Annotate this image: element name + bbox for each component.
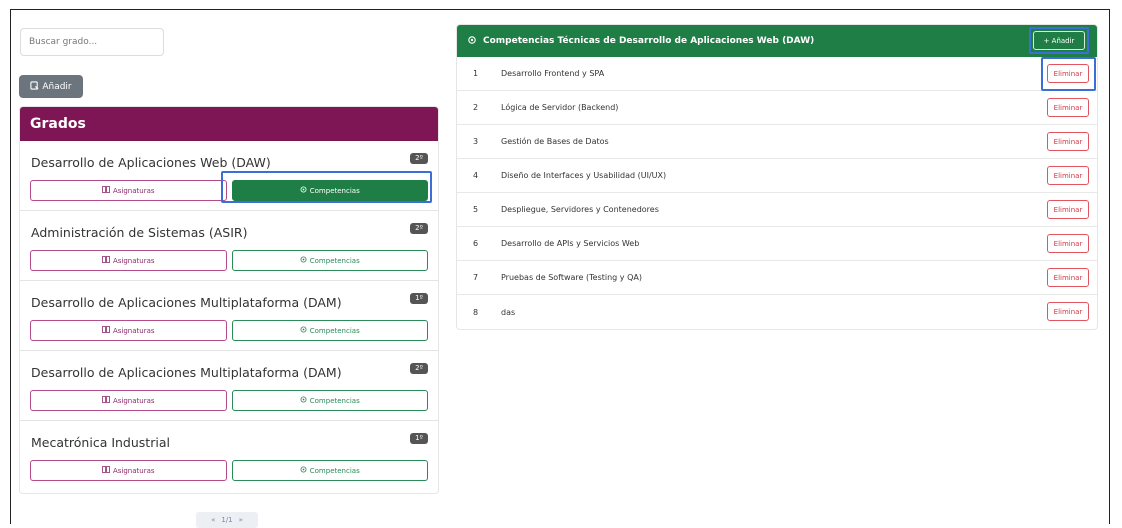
grado-item: Administración de Sistemas (ASIR) 2º Asi…: [20, 211, 438, 281]
competencias-button[interactable]: Competencias: [231, 460, 428, 481]
course-badge: 1º: [410, 293, 428, 304]
add-grado-label: Añadir: [42, 81, 72, 92]
competencia-label: Desarrollo Frontend y SPA: [501, 69, 605, 78]
eliminar-button[interactable]: Eliminar: [1047, 64, 1089, 83]
gear-icon: [300, 326, 307, 335]
grado-actions: Asignaturas Competencias: [30, 320, 428, 341]
competencias-panel: Competencias Técnicas de Desarrollo de A…: [456, 24, 1098, 330]
asignaturas-label: Asignaturas: [112, 396, 155, 405]
gear-icon: [300, 256, 307, 265]
grado-title: Mecatrónica Industrial: [31, 435, 170, 450]
pager-prev[interactable]: «: [211, 516, 215, 524]
add-icon: [30, 80, 39, 93]
competencia-label: Lógica de Servidor (Backend): [501, 103, 619, 112]
competencia-number: 8: [473, 307, 479, 317]
competencia-number: 4: [473, 171, 479, 180]
asignaturas-label: Asignaturas: [112, 466, 155, 475]
competencias-button[interactable]: Competencias: [231, 390, 428, 411]
grado-item: Mecatrónica Industrial 1º Asignaturas Co…: [20, 421, 438, 491]
grado-title: Desarrollo de Aplicaciones Multiplatafor…: [31, 365, 342, 380]
asignaturas-label: Asignaturas: [112, 326, 155, 335]
asignaturas-label: Asignaturas: [112, 186, 155, 195]
asignaturas-button[interactable]: Asignaturas: [30, 320, 227, 341]
competencia-row: 7 Pruebas de Software (Testing y QA) Eli…: [457, 261, 1097, 295]
competencias-title: Competencias Técnicas de Desarrollo de A…: [483, 36, 815, 46]
grados-list: Desarrollo de Aplicaciones Web (DAW) 2º …: [20, 141, 438, 491]
eliminar-button[interactable]: Eliminar: [1047, 234, 1089, 253]
competencias-button[interactable]: Competencias: [231, 320, 428, 341]
add-grado-button[interactable]: Añadir: [19, 75, 83, 98]
competencias-label: Competencias: [309, 186, 360, 195]
course-badge: 2º: [410, 363, 428, 374]
competencia-row: 4 Diseño de Interfaces y Usabilidad (UI/…: [457, 159, 1097, 193]
asignaturas-button[interactable]: Asignaturas: [30, 390, 227, 411]
competencia-label: Despliegue, Servidores y Contenedores: [501, 205, 659, 214]
competencia-number: 2: [473, 103, 479, 112]
competencia-row: 8 das Eliminar: [457, 295, 1097, 329]
competencia-label: Desarrollo de APIs y Servicios Web: [501, 239, 640, 248]
competencia-number: 1: [473, 69, 479, 78]
competencias-label: Competencias: [309, 396, 360, 405]
course-badge: 2º: [410, 153, 428, 164]
eliminar-button[interactable]: Eliminar: [1047, 200, 1089, 219]
grados-title: Grados: [20, 107, 438, 141]
grados-card: Grados Desarrollo de Aplicaciones Web (D…: [19, 106, 439, 494]
competencias-button[interactable]: Competencias: [231, 180, 428, 201]
asignaturas-button[interactable]: Asignaturas: [30, 250, 227, 271]
course-badge: 1º: [410, 433, 428, 444]
competencia-number: 7: [473, 273, 479, 282]
competencia-number: 3: [473, 137, 479, 146]
gear-icon: [300, 396, 307, 405]
grado-actions: Asignaturas Competencias: [30, 180, 428, 201]
book-icon: [102, 396, 110, 405]
eliminar-button[interactable]: Eliminar: [1047, 302, 1089, 321]
grado-title: Administración de Sistemas (ASIR): [31, 225, 248, 240]
pagination: « 1/1 »: [196, 512, 258, 528]
grado-item: Desarrollo de Aplicaciones Multiplatafor…: [20, 281, 438, 351]
pager-page: 1/1: [221, 516, 233, 524]
pager-next[interactable]: »: [239, 516, 243, 524]
competencia-row: 6 Desarrollo de APIs y Servicios Web Eli…: [457, 227, 1097, 261]
competencias-label: Competencias: [309, 326, 360, 335]
grado-item: Desarrollo de Aplicaciones Multiplatafor…: [20, 351, 438, 421]
gear-icon: [300, 466, 307, 475]
grado-title: Desarrollo de Aplicaciones Multiplatafor…: [31, 295, 342, 310]
grado-actions: Asignaturas Competencias: [30, 390, 428, 411]
add-competencia-button[interactable]: + Añadir: [1033, 31, 1085, 50]
competencias-label: Competencias: [309, 256, 360, 265]
competencia-label: Gestión de Bases de Datos: [501, 137, 609, 146]
competencias-list: 1 Desarrollo Frontend y SPA Eliminar 2 L…: [457, 57, 1097, 329]
eliminar-button[interactable]: Eliminar: [1047, 132, 1089, 151]
eliminar-button[interactable]: Eliminar: [1047, 98, 1089, 117]
grado-item: Desarrollo de Aplicaciones Web (DAW) 2º …: [20, 141, 438, 211]
book-icon: [102, 326, 110, 335]
competencia-row: 5 Despliegue, Servidores y Contenedores …: [457, 193, 1097, 227]
competencias-label: Competencias: [309, 466, 360, 475]
asignaturas-label: Asignaturas: [112, 256, 155, 265]
competencia-row: 1 Desarrollo Frontend y SPA Eliminar: [457, 57, 1097, 91]
eliminar-button[interactable]: Eliminar: [1047, 166, 1089, 185]
competencias-header: Competencias Técnicas de Desarrollo de A…: [457, 25, 1097, 57]
grado-actions: Asignaturas Competencias: [30, 250, 428, 271]
competencia-label: das: [501, 307, 516, 317]
competencia-label: Diseño de Interfaces y Usabilidad (UI/UX…: [501, 171, 667, 180]
competencia-row: 3 Gestión de Bases de Datos Eliminar: [457, 125, 1097, 159]
book-icon: [102, 466, 110, 475]
grado-title: Desarrollo de Aplicaciones Web (DAW): [31, 155, 271, 170]
book-icon: [102, 186, 110, 195]
competencias-button[interactable]: Competencias: [231, 250, 428, 271]
competencia-number: 5: [473, 205, 479, 214]
competencia-row: 2 Lógica de Servidor (Backend) Eliminar: [457, 91, 1097, 125]
course-badge: 2º: [410, 223, 428, 234]
asignaturas-button[interactable]: Asignaturas: [30, 180, 227, 201]
gear-icon: [467, 35, 477, 48]
competencia-label: Pruebas de Software (Testing y QA): [501, 273, 642, 282]
eliminar-button[interactable]: Eliminar: [1047, 268, 1089, 287]
search-input[interactable]: Buscar grado...: [20, 28, 164, 56]
book-icon: [102, 256, 110, 265]
grado-actions: Asignaturas Competencias: [30, 460, 428, 481]
gear-icon: [300, 186, 307, 195]
asignaturas-button[interactable]: Asignaturas: [30, 460, 227, 481]
competencia-number: 6: [473, 239, 479, 248]
